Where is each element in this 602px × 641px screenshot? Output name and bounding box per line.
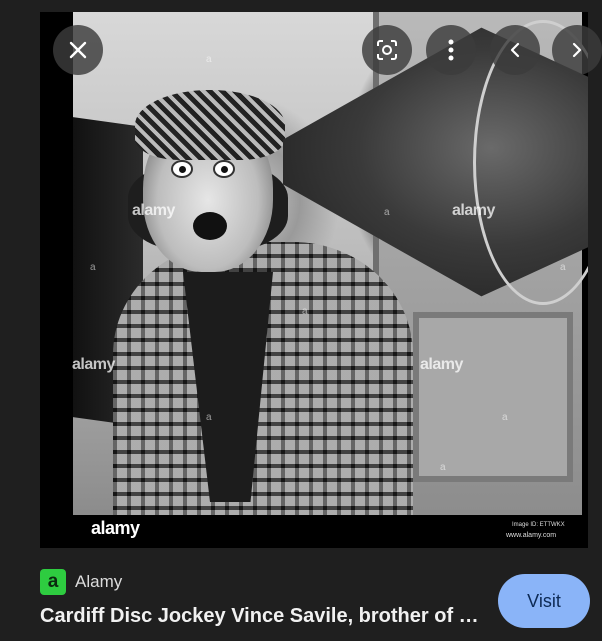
watermark-letter: a — [440, 462, 446, 473]
watermark-letter: a — [502, 412, 508, 423]
source-link[interactable]: a Alamy — [40, 569, 122, 595]
photo-mouth — [193, 212, 227, 240]
watermark-letter: a — [206, 54, 212, 65]
close-button[interactable] — [53, 25, 103, 75]
close-icon — [69, 41, 87, 59]
watermark-letter: a — [384, 207, 390, 218]
search-inside-image-button[interactable] — [362, 25, 412, 75]
site-url: www.alamy.com — [506, 532, 557, 539]
photo-eye-left — [171, 160, 193, 178]
alamy-favicon-icon: a — [40, 569, 66, 595]
image-viewer: alamy alamy alamy alamy a a a a a a a a … — [0, 0, 602, 641]
watermark-letter: a — [206, 412, 212, 423]
visit-button[interactable]: Visit — [498, 574, 590, 628]
photo-eye-right — [213, 160, 235, 178]
watermark-letter: a — [90, 262, 96, 273]
watermark: alamy — [420, 356, 463, 373]
watermark: alamy — [132, 202, 175, 219]
alamy-logo: alamy — [91, 518, 140, 538]
watermark: alamy — [452, 202, 495, 219]
photo-door-panel — [413, 312, 573, 482]
watermark-letter: a — [302, 306, 308, 317]
more-vert-icon — [448, 39, 454, 61]
next-image-button[interactable] — [552, 25, 602, 75]
source-name: Alamy — [75, 572, 123, 591]
google-lens-icon — [377, 40, 397, 60]
watermark: alamy — [72, 356, 115, 373]
watermark-letter: a — [560, 262, 566, 273]
image-id: Image ID: ETTWKX — [512, 522, 565, 528]
photo-cap — [135, 90, 285, 160]
photo — [73, 12, 588, 524]
result-title[interactable]: Cardiff Disc Jockey Vince Savile, brothe… — [40, 605, 480, 628]
chevron-right-icon — [572, 42, 582, 58]
image-preview[interactable]: alamy alamy alamy alamy a a a a a a a a … — [40, 12, 588, 548]
more-options-button[interactable] — [426, 25, 476, 75]
previous-image-button[interactable] — [490, 25, 540, 75]
chevron-left-icon — [510, 42, 520, 58]
